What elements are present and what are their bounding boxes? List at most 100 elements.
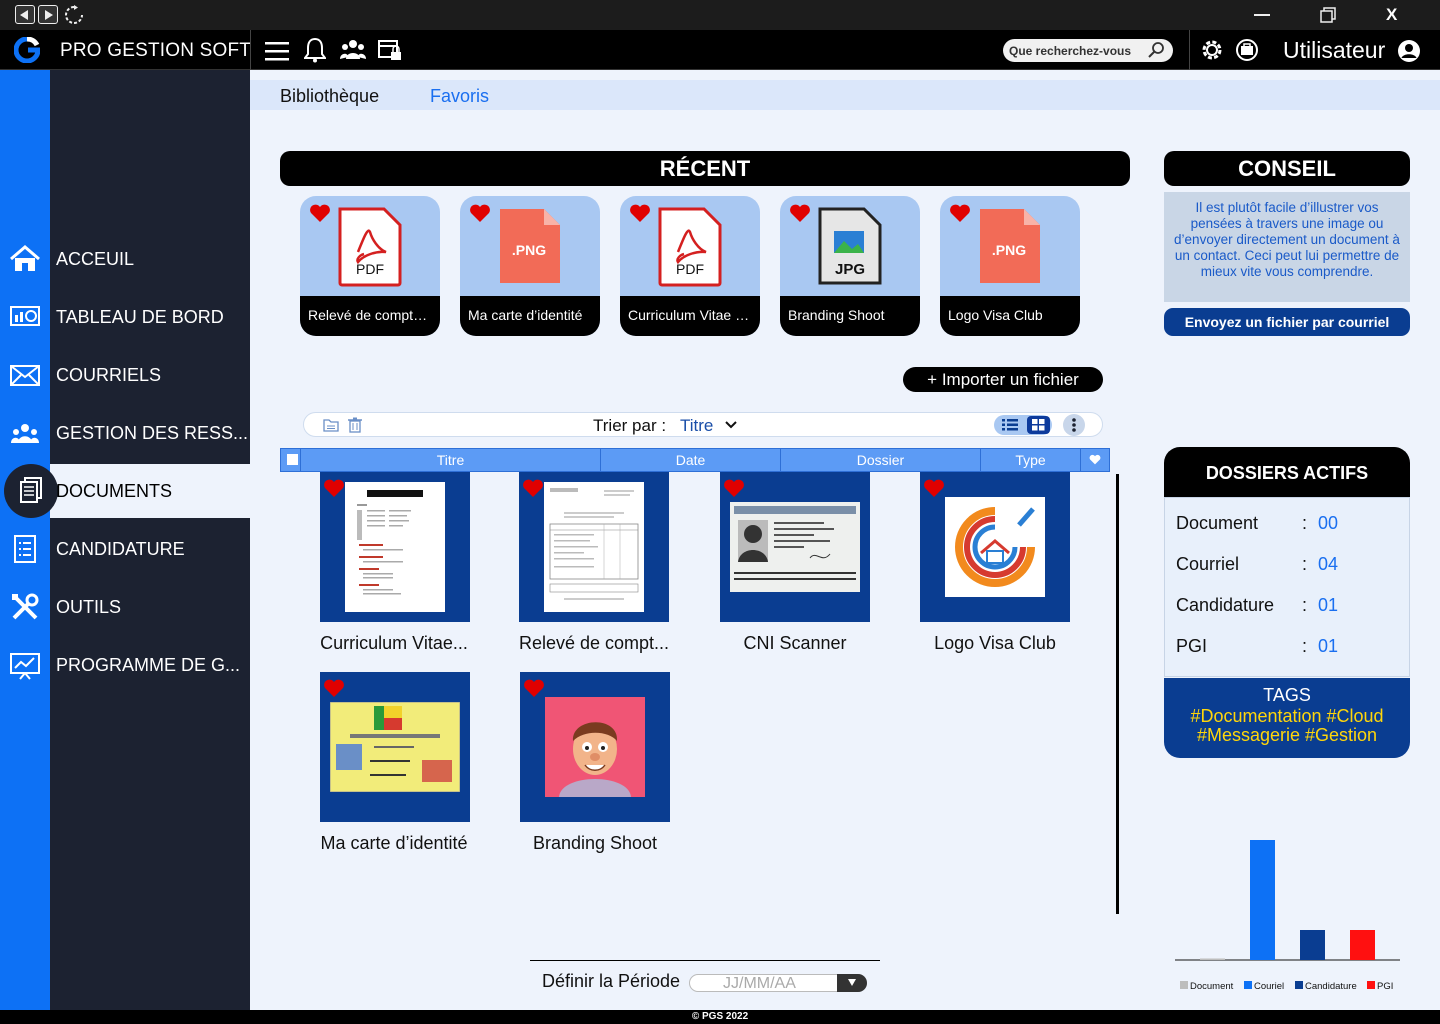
sidebar-item-candidature[interactable]: CANDIDATURE: [0, 522, 250, 576]
cv-document-preview: [345, 482, 445, 612]
sidebar-item-tableau-de-bord[interactable]: TABLEAU DE BORD: [0, 290, 250, 344]
header-divider: [1189, 30, 1190, 70]
heart-icon[interactable]: [629, 203, 651, 223]
recent-file-card[interactable]: .PNG Logo Visa Club: [940, 196, 1080, 336]
legend-swatch: [1180, 981, 1188, 989]
document-label[interactable]: Branding Shoot: [495, 833, 695, 854]
sidebar-item-courriels[interactable]: COURRIELS: [0, 348, 250, 402]
sidebar-item-documents[interactable]: DOCUMENTS: [0, 464, 250, 518]
trash-icon[interactable]: [348, 417, 362, 433]
tags-list[interactable]: #Documentation #Cloud #Messagerie #Gesti…: [1164, 706, 1410, 745]
dossier-label: Candidature: [1176, 595, 1275, 615]
bell-icon[interactable]: [304, 37, 326, 63]
pdf-file-icon: PDF: [658, 207, 722, 287]
tab-favoris[interactable]: Favoris: [430, 86, 489, 107]
dossier-count[interactable]: 01: [1318, 636, 1338, 657]
heart-icon[interactable]: [469, 203, 491, 223]
list-view-icon[interactable]: [1002, 418, 1018, 432]
minimize-icon[interactable]: [1254, 14, 1270, 16]
dossiers-title: DOSSIERS ACTIFS: [1164, 447, 1410, 497]
grid-view-button[interactable]: [1027, 416, 1050, 434]
scrollbar-track[interactable]: [1116, 474, 1119, 914]
column-header-favorite[interactable]: [1080, 449, 1109, 471]
close-window-button[interactable]: X: [1386, 5, 1397, 25]
heart-icon[interactable]: [949, 203, 971, 223]
heart-icon[interactable]: [523, 678, 545, 698]
heart-icon[interactable]: [309, 203, 331, 223]
recent-file-card[interactable]: .PNG Ma carte d’identité: [460, 196, 600, 336]
calendar-lock-icon[interactable]: [377, 37, 403, 63]
column-header-titre[interactable]: Titre: [300, 449, 600, 471]
period-divider: [530, 960, 880, 961]
document-thumbnail[interactable]: [920, 472, 1070, 622]
column-header-type[interactable]: Type: [980, 449, 1080, 471]
briefcase-icon[interactable]: [1235, 37, 1259, 63]
heart-icon[interactable]: [723, 478, 745, 498]
more-options-button[interactable]: [1063, 414, 1085, 436]
pdf-file-icon: PDF: [338, 207, 402, 287]
sidebar-item-programme[interactable]: PROGRAMME DE G...: [0, 638, 250, 692]
sidebar-item-label: ACCEUIL: [56, 249, 135, 269]
back-icon[interactable]: [15, 5, 35, 24]
tab-bibliotheque[interactable]: Bibliothèque: [280, 86, 379, 107]
gear-icon[interactable]: [1199, 37, 1225, 63]
document-label[interactable]: CNI Scanner: [695, 633, 895, 654]
maximize-icon[interactable]: [1320, 7, 1336, 23]
chevron-down-icon[interactable]: [724, 419, 738, 431]
recent-file-card[interactable]: PDF Curriculum Vitae D...: [620, 196, 760, 336]
sidebar-item-accueil[interactable]: ACCEUIL: [0, 232, 250, 286]
document-label[interactable]: Logo Visa Club: [895, 633, 1095, 654]
document-label[interactable]: Ma carte d’identité: [294, 833, 494, 854]
dossier-count[interactable]: 01: [1318, 595, 1338, 616]
dossier-count[interactable]: 04: [1318, 554, 1338, 575]
dossier-separator: :: [1302, 636, 1308, 656]
footer: © PGS 2022: [0, 1010, 1440, 1024]
search-icon[interactable]: [1147, 41, 1167, 59]
recent-file-label: Branding Shoot: [780, 296, 920, 336]
heart-icon[interactable]: [323, 478, 345, 498]
recent-file-card[interactable]: PDF Relevé de compte ...: [300, 196, 440, 336]
search-input[interactable]: Que recherchez-vous: [1003, 39, 1173, 62]
document-thumbnail[interactable]: [720, 472, 870, 622]
menu-icon[interactable]: [265, 41, 289, 61]
tags-title: TAGS: [1263, 685, 1311, 705]
column-header-date[interactable]: Date: [600, 449, 780, 471]
recent-file-label: Curriculum Vitae D...: [620, 296, 760, 336]
folder-icon[interactable]: [323, 417, 339, 433]
more-vertical-icon: [1072, 418, 1076, 432]
reload-icon[interactable]: [64, 5, 84, 25]
document-thumbnail[interactable]: [520, 672, 670, 822]
heart-icon: [1089, 454, 1101, 465]
dossier-label: PGI: [1176, 636, 1208, 656]
period-dropdown-button[interactable]: [837, 974, 867, 992]
select-all-checkbox[interactable]: [287, 454, 298, 465]
heart-icon[interactable]: [923, 478, 945, 498]
recent-file-card[interactable]: JPG Branding Shoot: [780, 196, 920, 336]
user-name[interactable]: Utilisateur: [1283, 37, 1385, 64]
dossiers-list: Document : 00 Courriel : 04 Candidature …: [1164, 497, 1410, 677]
chart-bar-document: [1200, 958, 1225, 960]
table-header: Titre Date Dossier Type: [280, 448, 1110, 472]
import-file-button[interactable]: + Importer un fichier: [903, 367, 1103, 392]
period-date-input[interactable]: JJ/MM/AA: [689, 974, 867, 992]
svg-text:PDF: PDF: [676, 261, 704, 277]
legend-swatch: [1244, 981, 1252, 989]
forward-icon[interactable]: [38, 5, 58, 24]
column-header-dossier[interactable]: Dossier: [780, 449, 980, 471]
document-thumbnail[interactable]: [320, 672, 470, 822]
document-thumbnail[interactable]: [519, 472, 669, 622]
heart-icon[interactable]: [323, 678, 345, 698]
dossier-count[interactable]: 00: [1318, 513, 1338, 534]
send-file-email-button[interactable]: Envoyez un fichier par courriel: [1164, 308, 1410, 336]
team-icon[interactable]: [339, 37, 367, 63]
document-label[interactable]: Relevé de compt...: [494, 633, 694, 654]
document-label[interactable]: Curriculum Vitae...: [294, 633, 494, 654]
document-thumbnail[interactable]: [320, 472, 470, 622]
sort-select[interactable]: Titre: [680, 416, 713, 436]
sidebar-item-gestion-ressources[interactable]: GESTION DES RESS...: [0, 406, 250, 460]
heart-icon[interactable]: [522, 478, 544, 498]
heart-icon[interactable]: [789, 203, 811, 223]
chart-bar-pgi: [1350, 930, 1375, 960]
sidebar-item-outils[interactable]: OUTILS: [0, 580, 250, 634]
avatar-icon[interactable]: [1397, 39, 1421, 63]
